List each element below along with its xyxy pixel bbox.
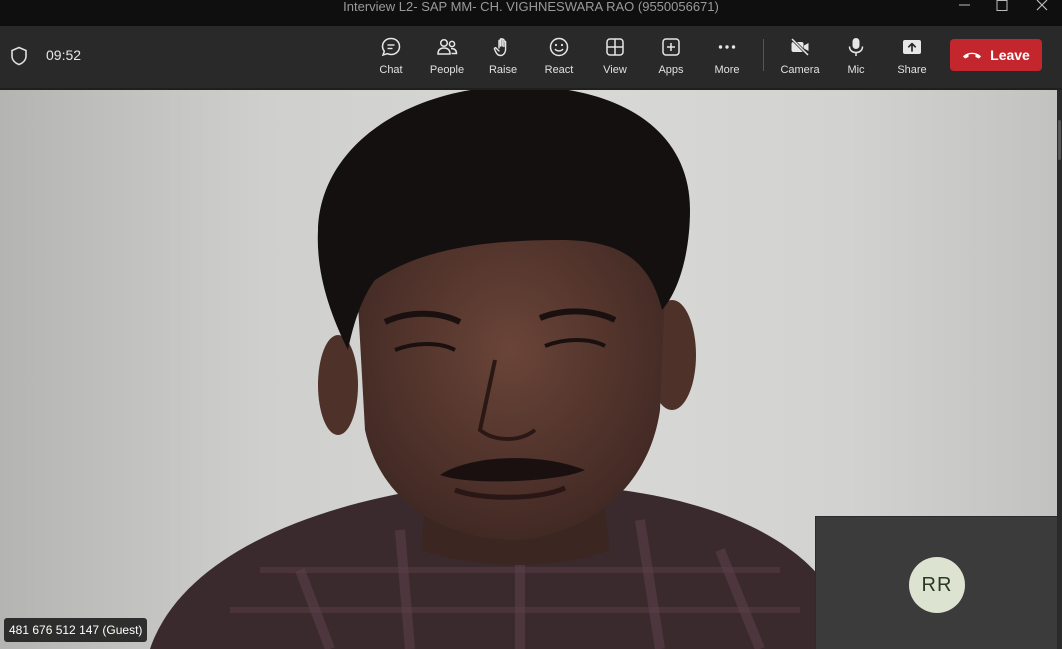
mic-button[interactable]: Mic	[829, 36, 883, 80]
apps-button[interactable]: Apps	[644, 36, 698, 80]
meeting-timer: 09:52	[46, 47, 82, 63]
smiley-icon	[549, 37, 569, 57]
self-preview-tile[interactable]: RR	[815, 516, 1057, 649]
mic-label: Mic	[847, 64, 865, 76]
shield-icon	[11, 46, 27, 66]
view-label: View	[603, 64, 627, 76]
react-label: React	[544, 64, 574, 76]
minimize-icon[interactable]	[953, 0, 977, 14]
share-screen-icon	[903, 40, 921, 54]
microphone-icon	[848, 38, 864, 56]
camera-button[interactable]: Camera	[773, 36, 827, 80]
chat-icon	[381, 37, 401, 57]
more-dots-icon	[718, 45, 736, 49]
more-button[interactable]: More	[700, 36, 754, 80]
raise-hand-button[interactable]: Raise	[476, 36, 530, 80]
camera-label: Camera	[780, 64, 820, 76]
share-button[interactable]: Share	[885, 36, 939, 80]
meeting-toolbar: 09:52 Chat People Raise React View Apps …	[0, 26, 1062, 88]
people-button[interactable]: People	[420, 36, 474, 80]
camera-off-icon	[790, 37, 810, 57]
close-icon[interactable]	[1030, 0, 1054, 14]
participant-name-label: 481 676 512 147 (Guest)	[4, 618, 148, 642]
chat-label: Chat	[379, 64, 403, 76]
raise-hand-icon	[493, 38, 507, 57]
add-app-icon	[662, 38, 680, 56]
leave-label: Leave	[990, 47, 1030, 63]
more-label: More	[714, 64, 740, 76]
view-button[interactable]: View	[588, 36, 642, 80]
window-title: Interview L2- SAP MM- CH. VIGHNESWARA RA…	[343, 0, 719, 14]
leave-button[interactable]: Leave	[950, 39, 1042, 71]
window-titlebar: Interview L2- SAP MM- CH. VIGHNESWARA RA…	[0, 0, 1062, 26]
scrollbar[interactable]	[1057, 90, 1062, 649]
share-label: Share	[897, 64, 927, 76]
meeting-stage: 481 676 512 147 (Guest) RR	[0, 88, 1062, 649]
people-label: People	[429, 64, 465, 76]
people-icon	[437, 38, 458, 55]
grid-view-icon	[606, 38, 624, 56]
maximize-icon[interactable]	[990, 0, 1014, 14]
toolbar-divider	[763, 39, 764, 71]
react-button[interactable]: React	[532, 36, 586, 80]
raise-label: Raise	[488, 64, 518, 76]
apps-label: Apps	[658, 64, 684, 76]
phone-hangup-icon	[963, 52, 982, 59]
avatar: RR	[909, 557, 965, 613]
chat-button[interactable]: Chat	[364, 36, 418, 80]
